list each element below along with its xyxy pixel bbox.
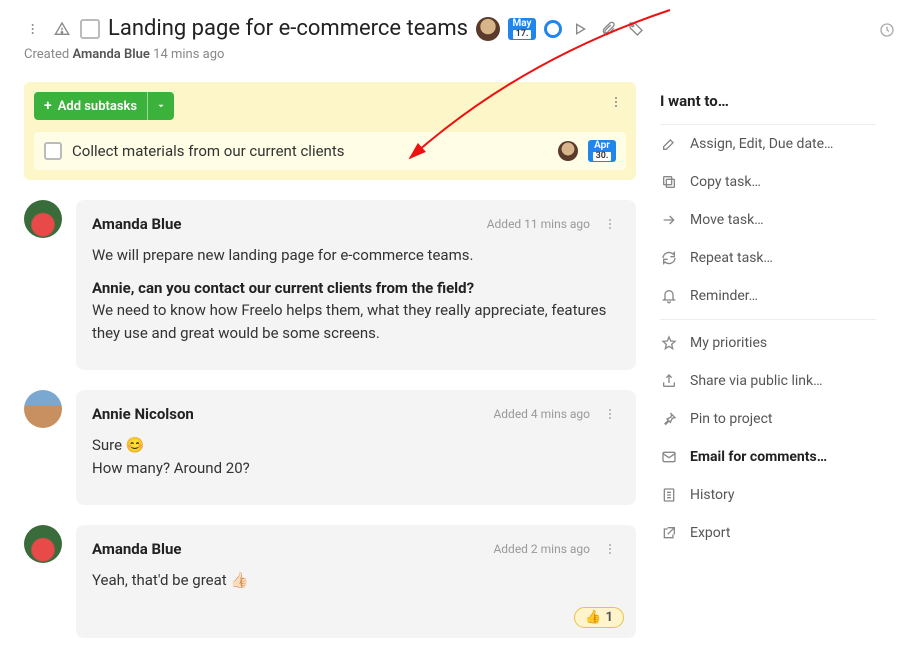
sidebar-item-star[interactable]: My priorities bbox=[660, 324, 876, 362]
comment-time: Added 4 mins ago bbox=[493, 407, 590, 421]
comment-body: Amanda Blue Added 11 mins ago We will pr… bbox=[76, 200, 636, 370]
sidebar-column: I want to… Assign, Edit, Due date… Copy t… bbox=[660, 74, 900, 646]
reaction-emoji: 👍 bbox=[585, 610, 601, 625]
sidebar-item-mail[interactable]: Email for comments… bbox=[660, 438, 876, 476]
comment: Annie Nicolson Added 4 mins ago Sure 😊Ho… bbox=[24, 390, 636, 505]
comment-menu-icon[interactable] bbox=[600, 404, 620, 424]
pin-icon bbox=[660, 410, 678, 428]
assignee-avatar[interactable] bbox=[476, 17, 500, 41]
task-header: Landing page for e-commerce teams May 17… bbox=[0, 0, 921, 47]
subtask-row[interactable]: Collect materials from our current clien… bbox=[34, 132, 626, 170]
sidebar-list: Assign, Edit, Due date… Copy task… Move ta… bbox=[660, 125, 876, 552]
comment-menu-icon[interactable] bbox=[600, 214, 620, 234]
plus-icon: + bbox=[34, 98, 58, 114]
created-time: 14 mins ago bbox=[153, 47, 224, 62]
comment-avatar[interactable] bbox=[24, 200, 62, 238]
due-date-chip[interactable]: May 17. bbox=[508, 18, 536, 40]
doc-icon bbox=[660, 486, 678, 504]
sidebar-item-label: Export bbox=[690, 525, 730, 541]
comment-text: Yeah, that'd be great 👍🏻 bbox=[92, 569, 620, 592]
task-title[interactable]: Landing page for e-commerce teams bbox=[108, 16, 468, 41]
subtask-due-chip[interactable]: Apr 30. bbox=[588, 140, 616, 162]
sidebar-item-bell[interactable]: Reminder… bbox=[660, 277, 876, 320]
sidebar-item-label: My priorities bbox=[690, 335, 767, 351]
created-author[interactable]: Amanda Blue bbox=[72, 47, 149, 62]
sidebar-heading: I want to… bbox=[660, 92, 876, 125]
sidebar-item-label: Email for comments… bbox=[690, 449, 827, 465]
share-icon bbox=[660, 372, 678, 390]
bell-icon bbox=[660, 287, 678, 305]
add-subtasks-dropdown[interactable] bbox=[147, 92, 174, 120]
star-icon bbox=[660, 334, 678, 352]
play-icon[interactable] bbox=[570, 19, 590, 39]
sidebar-item-label: Pin to project bbox=[690, 411, 772, 427]
due-month: May bbox=[513, 19, 532, 29]
comment-text: We will prepare new landing page for e-c… bbox=[92, 244, 620, 344]
sidebar-item-arrow-right[interactable]: Move task… bbox=[660, 201, 876, 239]
attachment-icon[interactable] bbox=[598, 19, 618, 39]
sidebar-item-label: Copy task… bbox=[690, 174, 761, 190]
drag-handle-icon[interactable] bbox=[24, 19, 44, 39]
created-meta: Created Amanda Blue 14 mins ago bbox=[0, 47, 921, 74]
subtask-label: Collect materials from our current clien… bbox=[72, 142, 548, 160]
subtask-assignee-avatar[interactable] bbox=[558, 141, 578, 161]
add-subtasks-label: Add subtasks bbox=[58, 99, 147, 114]
warning-icon[interactable] bbox=[52, 19, 72, 39]
comment-menu-icon[interactable] bbox=[600, 539, 620, 559]
refresh-icon bbox=[660, 249, 678, 267]
comment-time: Added 11 mins ago bbox=[487, 217, 590, 231]
sidebar-item-label: Reminder… bbox=[690, 288, 758, 304]
sidebar-item-label: Share via public link… bbox=[690, 373, 822, 389]
subtask-due-month: Apr bbox=[594, 141, 610, 151]
main-column: + Add subtasks Collect materials from ou… bbox=[0, 74, 660, 646]
subtasks-panel: + Add subtasks Collect materials from ou… bbox=[24, 82, 636, 180]
comment-author[interactable]: Amanda Blue bbox=[92, 540, 182, 558]
created-prefix: Created bbox=[24, 47, 69, 62]
activity-clock-icon[interactable] bbox=[877, 20, 897, 40]
subtask-checkbox[interactable] bbox=[44, 142, 62, 160]
comment-avatar[interactable] bbox=[24, 390, 62, 428]
comment-body: Amanda Blue Added 2 mins ago Yeah, that'… bbox=[76, 525, 636, 638]
arrow-right-icon bbox=[660, 211, 678, 229]
export-icon bbox=[660, 524, 678, 542]
sidebar-item-label: Repeat task… bbox=[690, 250, 773, 266]
comment-author[interactable]: Annie Nicolson bbox=[92, 405, 194, 423]
status-circle-icon[interactable] bbox=[544, 20, 562, 38]
due-day: 17. bbox=[513, 30, 532, 39]
mail-icon bbox=[660, 448, 678, 466]
sidebar-item-doc[interactable]: History bbox=[660, 476, 876, 514]
reaction-pill[interactable]: 👍 1 bbox=[574, 607, 624, 628]
sidebar-item-label: History bbox=[690, 487, 735, 503]
subtask-due-day: 30. bbox=[593, 152, 612, 161]
subtasks-menu-icon[interactable] bbox=[606, 92, 626, 112]
comment-time: Added 2 mins ago bbox=[493, 542, 590, 556]
comment: Amanda Blue Added 11 mins ago We will pr… bbox=[24, 200, 636, 370]
sidebar-item-refresh[interactable]: Repeat task… bbox=[660, 239, 876, 277]
copy-icon bbox=[660, 173, 678, 191]
pencil-icon bbox=[660, 135, 678, 153]
comment: Amanda Blue Added 2 mins ago Yeah, that'… bbox=[24, 525, 636, 638]
sidebar-item-export[interactable]: Export bbox=[660, 514, 876, 552]
tag-icon[interactable] bbox=[626, 19, 646, 39]
sidebar-item-label: Move task… bbox=[690, 212, 764, 228]
comment-avatar[interactable] bbox=[24, 525, 62, 563]
sidebar-item-label: Assign, Edit, Due date… bbox=[690, 136, 833, 152]
sidebar-item-pencil[interactable]: Assign, Edit, Due date… bbox=[660, 125, 876, 163]
sidebar-item-share[interactable]: Share via public link… bbox=[660, 362, 876, 400]
sidebar-item-copy[interactable]: Copy task… bbox=[660, 163, 876, 201]
comment-body: Annie Nicolson Added 4 mins ago Sure 😊Ho… bbox=[76, 390, 636, 505]
reaction-count: 1 bbox=[606, 610, 613, 625]
add-subtasks-button[interactable]: + Add subtasks bbox=[34, 92, 174, 120]
comment-author[interactable]: Amanda Blue bbox=[92, 215, 182, 233]
sidebar-item-pin[interactable]: Pin to project bbox=[660, 400, 876, 438]
task-complete-checkbox[interactable] bbox=[80, 19, 100, 39]
comment-text: Sure 😊How many? Around 20? bbox=[92, 434, 620, 479]
